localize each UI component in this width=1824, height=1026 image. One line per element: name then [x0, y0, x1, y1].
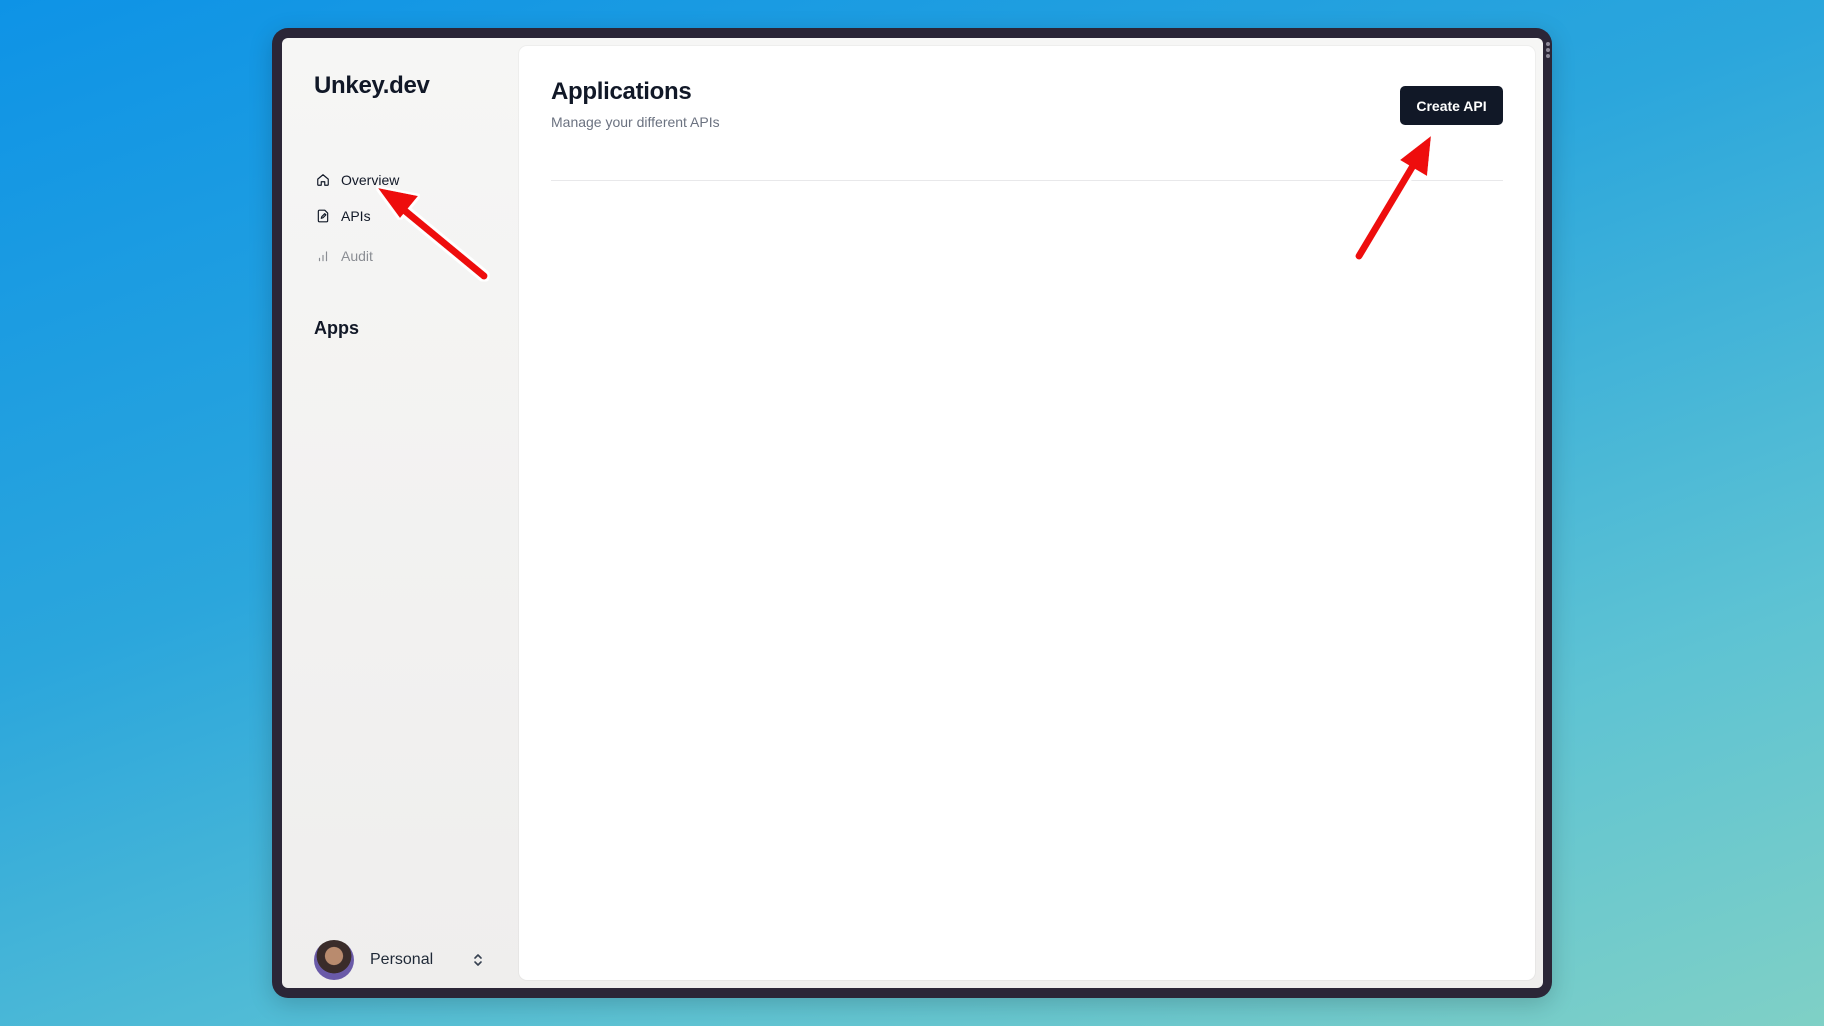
workspace-switcher[interactable]: Personal: [314, 940, 484, 980]
sidebar-item-label: APIs: [341, 208, 371, 224]
bar-chart-icon: [315, 248, 331, 264]
app-logo: Unkey.dev: [314, 72, 430, 99]
sidebar-item-label: Overview: [341, 172, 400, 188]
page-subtitle: Manage your different APIs: [551, 114, 720, 130]
workspace-name: Personal: [370, 951, 434, 968]
page-title: Applications: [551, 78, 692, 105]
avatar: [314, 940, 354, 980]
apps-section-title: Apps: [314, 318, 359, 338]
create-api-button[interactable]: Create API: [1400, 86, 1503, 125]
device-frame: Unkey.dev Overview APIs Audit Apps Perso…: [272, 28, 1552, 998]
app-window: Unkey.dev Overview APIs Audit Apps Perso…: [282, 38, 1543, 988]
file-edit-icon: [315, 208, 331, 224]
main-content: Applications Manage your different APIs …: [519, 46, 1535, 980]
sidebar-item-apis[interactable]: APIs: [315, 206, 371, 226]
sidebar: Unkey.dev Overview APIs Audit Apps Perso…: [282, 38, 518, 988]
sidebar-item-overview[interactable]: Overview: [315, 170, 399, 190]
header-divider: [551, 180, 1503, 181]
device-handle: [1546, 42, 1550, 58]
home-icon: [315, 172, 331, 188]
sidebar-item-audit[interactable]: Audit: [315, 246, 373, 266]
sidebar-item-label: Audit: [341, 248, 373, 264]
chevrons-up-down-icon: [472, 952, 484, 968]
